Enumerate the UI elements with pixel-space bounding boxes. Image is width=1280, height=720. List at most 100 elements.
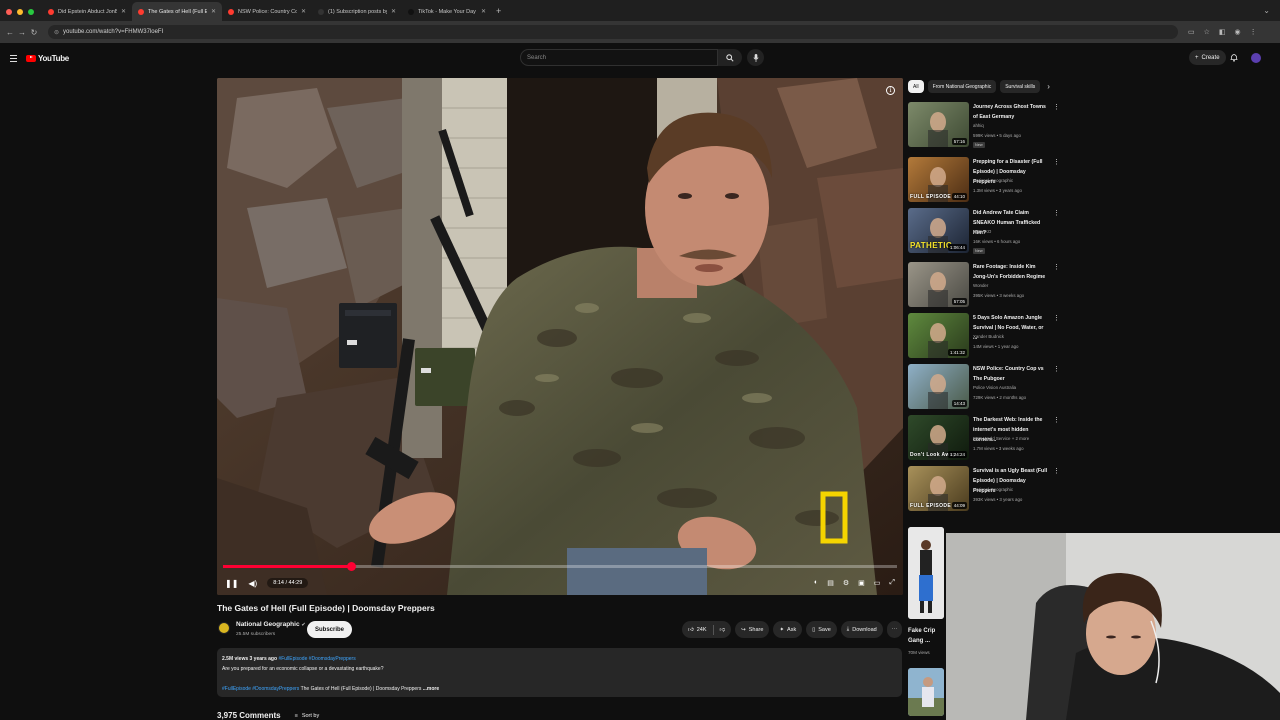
recommendation-item[interactable]: FULL EPISODE 44:09 Survival is an Ugly B… xyxy=(908,466,1060,514)
subscribe-button[interactable]: Subscribe xyxy=(307,621,353,638)
channel-avatar[interactable] xyxy=(218,622,230,634)
recommendation-channel[interactable]: Wonder xyxy=(973,283,988,288)
chip-from-channel[interactable]: From National Geographic xyxy=(927,80,997,93)
more-vertical-icon[interactable]: ⋮ xyxy=(1053,103,1060,111)
chip-all[interactable]: All xyxy=(908,80,924,93)
short-thumbnail-2[interactable] xyxy=(908,668,944,716)
search-button[interactable] xyxy=(718,49,742,66)
reload-icon[interactable]: ↻ xyxy=(28,28,40,37)
hashtags[interactable]: #FullEpisode #DoomsdayPreppers xyxy=(278,656,355,662)
channel-name[interactable]: National Geographic ✔ xyxy=(236,621,306,628)
thumbs-down-icon[interactable]: 👎︎ xyxy=(720,627,726,633)
video-thumbnail[interactable]: FULL EPISODE 44:09 xyxy=(908,466,969,511)
cast-icon[interactable]: ▭ xyxy=(1188,28,1195,36)
recommendation-title[interactable]: Rare Footage: Inside Kim Jong-Un's Forbi… xyxy=(973,262,1049,282)
close-tab-icon[interactable]: ✕ xyxy=(121,8,126,15)
video-thumbnail[interactable]: 1:41:32 xyxy=(908,313,969,358)
new-tab-button[interactable]: + xyxy=(492,6,501,21)
settings-gear-icon[interactable]: ⚙ xyxy=(843,579,849,587)
save-button[interactable]: ▯ Save xyxy=(806,621,837,638)
browser-tab[interactable]: TikTok - Make Your Day ✕ xyxy=(402,2,492,21)
recommendation-channel[interactable]: SNEAKO xyxy=(973,229,991,234)
ask-button[interactable]: ✦ Ask xyxy=(773,621,803,638)
recommendation-channel[interactable]: Police Vision Australia xyxy=(973,385,1016,390)
tab-search-icon[interactable]: ⌄ xyxy=(1263,6,1280,21)
more-vertical-icon[interactable]: ⋮ xyxy=(1053,365,1060,373)
video-thumbnail[interactable]: 57:05 xyxy=(908,262,969,307)
bookmark-star-icon[interactable]: ☆ xyxy=(1204,28,1210,36)
more-vertical-icon[interactable]: ⋮ xyxy=(1053,209,1060,217)
theater-mode-icon[interactable]: ▭ xyxy=(874,579,881,587)
recommendation-item[interactable]: Don't Look Away 1:24:24 The Darkest Web:… xyxy=(908,415,1060,463)
recommendation-item[interactable]: PATHETIC 1:06:44 Did Andrew Tate Claim S… xyxy=(908,208,1060,256)
recommendation-title[interactable]: NSW Police: Country Cop vs The Pubgoer xyxy=(973,364,1049,384)
video-thumbnail[interactable]: Don't Look Away 1:24:24 xyxy=(908,415,969,460)
subtitles-icon[interactable]: ▤ xyxy=(827,579,834,587)
recommendation-channel[interactable]: National Geographic xyxy=(973,178,1013,183)
browser-tab[interactable]: The Gates of Hell (Full Ep ✕ xyxy=(132,2,222,21)
short-thumbnail[interactable] xyxy=(908,527,944,619)
fullscreen-icon[interactable]: ⤢ xyxy=(889,579,895,587)
info-icon[interactable]: i xyxy=(886,86,895,95)
video-thumbnail[interactable]: 57:16 xyxy=(908,102,969,147)
voice-search-button[interactable] xyxy=(747,49,764,66)
youtube-logo[interactable]: YouTube xyxy=(26,54,69,63)
browser-tab[interactable]: (1) Subscription posts by W ✕ xyxy=(312,2,402,21)
description-box[interactable]: 2.5M views 3 years ago #FullEpisode #Doo… xyxy=(217,648,902,697)
download-button[interactable]: ⤓ Download xyxy=(840,621,883,638)
short-title[interactable]: Fake Crip Gang ... xyxy=(908,626,948,646)
more-vertical-icon[interactable]: ⋮ xyxy=(1053,467,1060,475)
chevron-right-icon[interactable]: › xyxy=(1047,82,1050,91)
video-thumbnail[interactable]: FULL EPISODE 44:10 xyxy=(908,157,969,202)
close-tab-icon[interactable]: ✕ xyxy=(391,8,396,15)
browser-tab[interactable]: NSW Police: Country Cop vs ✕ xyxy=(222,2,312,21)
recommendation-channel[interactable]: BBC World Service + 2 more xyxy=(973,436,1029,441)
more-vertical-icon[interactable]: ⋮ xyxy=(1053,158,1060,166)
recommendation-channel[interactable]: Xander Budnick xyxy=(973,334,1004,339)
video-thumbnail[interactable]: PATHETIC 1:06:44 xyxy=(908,208,969,253)
volume-icon[interactable]: ◀) xyxy=(248,579,257,588)
recommendation-item[interactable]: 14:43 NSW Police: Country Cop vs The Pub… xyxy=(908,364,1060,412)
site-info-icon[interactable]: ⊜ xyxy=(54,29,59,36)
browser-tab[interactable]: Did Epstein Abduct JonBenét ✕ xyxy=(42,2,132,21)
close-tab-icon[interactable]: ✕ xyxy=(211,8,216,15)
recommendation-item[interactable]: 1:41:32 5 Days Solo Amazon Jungle Surviv… xyxy=(908,313,1060,361)
show-more-link[interactable]: ...more xyxy=(423,686,439,692)
sort-by-button[interactable]: ≡ Sort by xyxy=(295,713,320,719)
scrubber-handle[interactable] xyxy=(347,562,357,571)
close-window-button[interactable] xyxy=(6,9,12,15)
progress-bar[interactable] xyxy=(223,562,897,571)
address-bar[interactable]: ⊜ youtube.com/watch?v=FHMW37loeFI xyxy=(48,25,1178,39)
recommendation-title[interactable]: Journey Across Ghost Towns of East Germa… xyxy=(973,102,1049,122)
share-button[interactable]: ↪ Share xyxy=(735,621,770,638)
maximize-window-button[interactable] xyxy=(28,9,34,15)
menu-icon[interactable] xyxy=(10,54,17,62)
video-player[interactable]: i ❚❚ ◀) 8:14 / 44:29 ◐ ▤ ⚙ ▣ ▭ ⤢ xyxy=(217,78,903,595)
chip-survival[interactable]: Survival skills xyxy=(1000,80,1041,93)
autoplay-toggle-icon[interactable]: ◐ xyxy=(814,579,818,587)
more-actions-button[interactable]: ⋯ xyxy=(886,621,903,638)
profile-icon[interactable]: ◉ xyxy=(1235,28,1241,36)
video-thumbnail[interactable]: 14:43 xyxy=(908,364,969,409)
more-vertical-icon[interactable]: ⋮ xyxy=(1053,314,1060,322)
back-icon[interactable]: ← xyxy=(4,28,16,37)
search-input[interactable]: Search xyxy=(520,49,718,66)
pause-icon[interactable]: ❚❚ xyxy=(225,579,238,588)
recommendation-item[interactable]: 57:05 Rare Footage: Inside Kim Jong-Un's… xyxy=(908,262,1060,310)
recommendation-channel[interactable]: National Geographic xyxy=(973,487,1013,492)
miniplayer-icon[interactable]: ▣ xyxy=(858,579,865,587)
extensions-icon[interactable]: ◧ xyxy=(1219,28,1226,36)
forward-icon[interactable]: → xyxy=(16,28,28,37)
recommendation-channel[interactable]: ahhiq xyxy=(973,123,984,128)
more-vertical-icon[interactable]: ⋮ xyxy=(1053,416,1060,424)
minimize-window-button[interactable] xyxy=(17,9,23,15)
like-dislike-button[interactable]: 👍︎ 24K 👎︎ xyxy=(682,621,732,638)
account-avatar[interactable] xyxy=(1251,53,1261,63)
create-button[interactable]: + Create xyxy=(1189,50,1226,65)
notifications-bell-icon[interactable] xyxy=(1230,53,1238,62)
close-tab-icon[interactable]: ✕ xyxy=(481,8,486,15)
menu-kebab-icon[interactable]: ⋮ xyxy=(1250,28,1257,36)
more-vertical-icon[interactable]: ⋮ xyxy=(1053,263,1060,271)
close-tab-icon[interactable]: ✕ xyxy=(301,8,306,15)
hashtags-2[interactable]: #FullEpisode #DoomsdayPreppers xyxy=(222,686,299,692)
